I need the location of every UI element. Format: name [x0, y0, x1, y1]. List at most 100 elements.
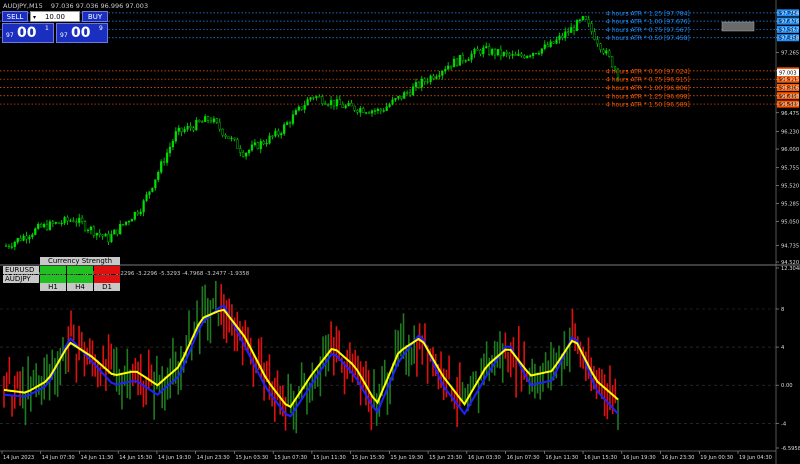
candle-body [221, 128, 224, 136]
candle-body [218, 122, 221, 130]
candle-body [206, 116, 210, 121]
candle-body [86, 229, 90, 232]
candle-body [60, 222, 63, 225]
candle-body [116, 229, 119, 235]
candle-body [98, 232, 101, 235]
candle-body [136, 211, 139, 215]
candle-body [274, 130, 277, 137]
buy-price-prefix: 97 [60, 32, 68, 39]
candle-body [250, 144, 254, 151]
candle-body [426, 81, 429, 83]
osc-tick-label: 12.3048 [781, 266, 800, 272]
candle-body [201, 121, 204, 123]
candle-body [502, 52, 505, 56]
candle-body [370, 110, 374, 114]
ohlc-values: 97.036 97.036 96.996 97.003 [51, 2, 148, 10]
candle-body [165, 152, 169, 163]
price-tick-label: 95.755 [781, 166, 799, 172]
candle-body [613, 66, 617, 70]
candle-body [157, 171, 160, 180]
candle-body [549, 41, 552, 47]
sell-button[interactable]: SELL [2, 11, 28, 22]
osc-signal-line [3, 308, 619, 409]
time-tick-label: 15 Jun 11:30 [313, 455, 346, 461]
candle-body [552, 41, 555, 44]
lot-size-input[interactable]: ▾ 10.00 [30, 11, 80, 22]
price-tick-label: 96.230 [781, 129, 799, 135]
candle-body [449, 65, 453, 68]
candle-body [394, 98, 397, 101]
candle-body [277, 130, 280, 136]
time-tick-label: 14 Jun 23:30 [197, 455, 230, 461]
buy-quote-button[interactable]: 97 00 9 [56, 23, 108, 43]
candle-body [444, 69, 447, 72]
buy-button[interactable]: BUY [82, 11, 108, 22]
strength-cell [94, 266, 120, 274]
price-tick-label: 96.000 [781, 147, 799, 153]
time-tick-label: 19 Jun 04:30 [739, 455, 772, 461]
candle-body [564, 31, 567, 38]
candle-body [236, 139, 239, 149]
candle-body [362, 108, 365, 113]
candle-body [602, 49, 605, 54]
atr-levels: 4 hours ATR * 1.25 [97.784] 97.784 4 hours… [0, 9, 799, 109]
time-tick-label: 15 Jun 07:30 [274, 455, 307, 461]
candle-body [526, 55, 529, 59]
candle-body [596, 39, 599, 45]
currency-strength-title: Currency Strength [40, 257, 120, 265]
price-tick-label: 97.458 [781, 36, 799, 42]
candle-body [113, 229, 116, 235]
candle-body [590, 23, 593, 32]
candle-body [479, 50, 482, 55]
osc-tick-label: -6.5958 [781, 446, 800, 452]
atr-lower-label: 4 hours ATR * 0.75 [96.915] [606, 77, 690, 84]
candle-body [373, 110, 377, 112]
candle-body [537, 53, 541, 55]
candle-body [177, 127, 180, 132]
time-tick-label: 16 Jun 07:30 [507, 455, 540, 461]
candle-body [256, 142, 259, 150]
candle-body [198, 119, 201, 122]
candle-body [482, 47, 485, 55]
sell-quote-button[interactable]: 97 00 1 [2, 23, 54, 43]
candle-body [572, 27, 576, 31]
timeframe-label: D1 [94, 283, 120, 291]
sell-price-prefix: 97 [6, 32, 14, 39]
candle-body [239, 148, 242, 153]
candle-body [25, 235, 28, 240]
time-tick-label: 19 Jun 00:30 [700, 455, 733, 461]
candle-body [142, 200, 145, 213]
candle-body [570, 27, 573, 33]
candle-body [599, 43, 602, 50]
lot-stepper-icon[interactable]: ▾ [33, 12, 36, 23]
price-candles [4, 15, 620, 251]
candle-body [347, 103, 350, 106]
buy-price-big: 00 [71, 25, 91, 41]
time-tick-label: 16 Jun 23:30 [662, 455, 695, 461]
price-tick-label: 96.475 [781, 111, 799, 117]
chart-canvas: 4 hours ATR * 1.25 [97.784] 97.784 4 hours… [0, 0, 800, 464]
atr-lower-label: 4 hours ATR * 1.50 [96.589] [606, 102, 690, 109]
candle-body [230, 137, 233, 139]
candle-body [344, 105, 347, 108]
current-price-label: 97.003 [779, 70, 797, 76]
candle-body [608, 50, 611, 57]
candle-body [406, 92, 409, 94]
candle-body [470, 53, 473, 60]
candle-body [45, 223, 49, 230]
candle-body [359, 108, 362, 113]
strength-cell [94, 275, 120, 283]
candle-body [593, 31, 596, 40]
strength-cell [40, 275, 66, 283]
candle-body [458, 54, 461, 66]
candle-body [72, 220, 75, 223]
osc-tick-label: 8 [781, 307, 784, 313]
candle-body [420, 78, 423, 88]
expert-marker[interactable] [721, 21, 755, 32]
candle-body [139, 211, 142, 215]
candle-body [520, 53, 523, 57]
time-tick-label: 14 Jun 19:30 [158, 455, 191, 461]
candle-body [496, 49, 500, 56]
osc-tick-label: 4 [781, 345, 785, 351]
symbol-label: AUDJPY,M15 [3, 2, 43, 10]
